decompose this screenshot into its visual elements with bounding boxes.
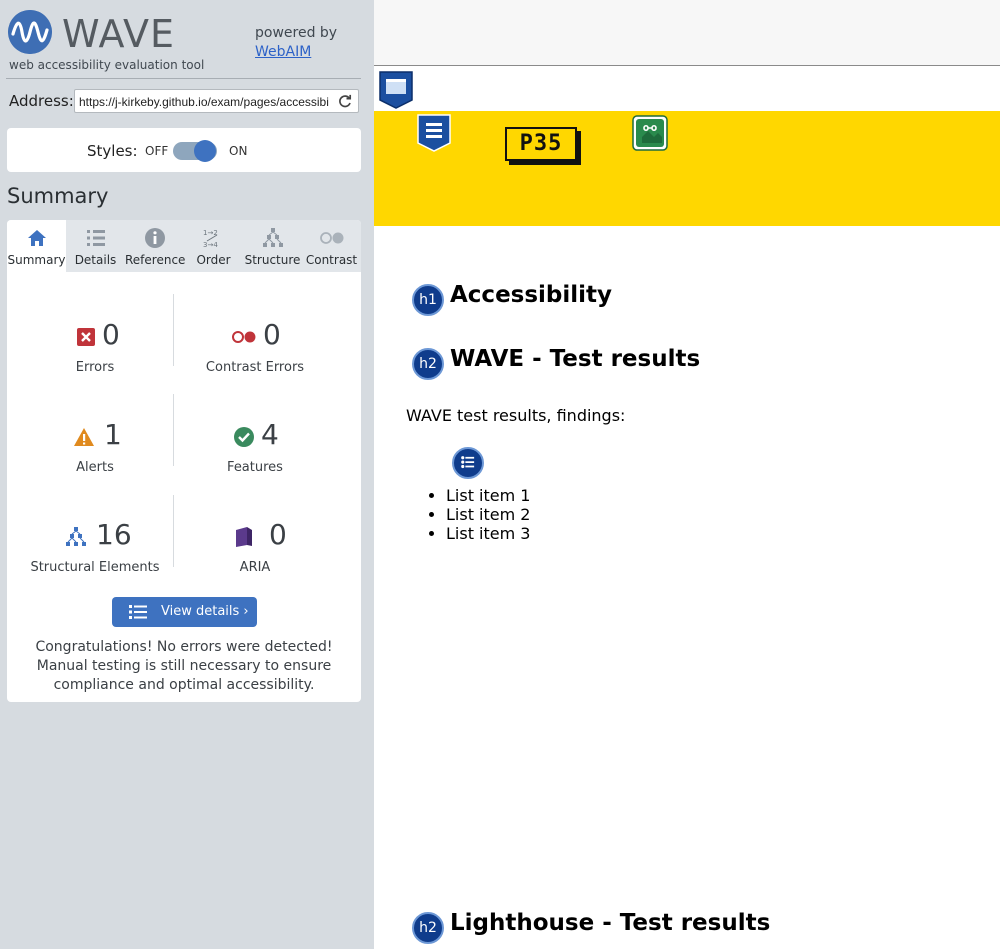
styles-on-label: ON xyxy=(229,144,248,158)
tab-structure[interactable]: Structure xyxy=(243,220,302,272)
h2-text: WAVE - Test results xyxy=(450,346,701,372)
wave-sidebar: WAVE web accessibility evaluation tool p… xyxy=(0,0,374,949)
h1-text: Accessibility xyxy=(450,282,613,308)
wave-logo-icon xyxy=(8,10,52,54)
webaim-link[interactable]: WebAIM xyxy=(255,44,311,60)
structural-elements-label: Structural Elements xyxy=(30,560,160,575)
contrast-errors-count: 0 xyxy=(263,318,281,351)
svg-text:3→4: 3→4 xyxy=(203,241,218,249)
list-icon xyxy=(129,605,147,619)
errors-label: Errors xyxy=(75,360,115,375)
tab-bar: Summary Details Reference 1→2 3→4 Order … xyxy=(7,220,361,272)
order-icon: 1→2 3→4 xyxy=(203,229,218,249)
divider xyxy=(6,78,361,79)
styles-label: Styles: xyxy=(87,142,138,160)
h2-text: Lighthouse - Test results xyxy=(450,910,771,936)
alerts-label: Alerts xyxy=(76,460,114,475)
stat-errors[interactable]: 0 Errors xyxy=(15,318,175,390)
tab-label: Details xyxy=(74,253,117,267)
aria-icon xyxy=(236,527,252,547)
findings-paragraph: WAVE test results, findings: xyxy=(406,406,626,425)
tab-summary[interactable]: Summary xyxy=(7,220,66,272)
header-region-icon[interactable] xyxy=(378,70,414,110)
wave-brand: WAVE web accessibility evaluation tool p… xyxy=(0,0,374,78)
list-item: List item 1 xyxy=(446,486,530,505)
page-top-bar xyxy=(374,0,1000,66)
wave-subtitle: web accessibility evaluation tool xyxy=(9,58,205,72)
errors-count: 0 xyxy=(102,318,120,351)
findings-list: List item 1 List item 2 List item 3 xyxy=(446,486,530,543)
summary-panel: Summary Details Reference 1→2 3→4 Order … xyxy=(7,220,361,702)
stat-structural-elements[interactable]: 16 Structural Elements xyxy=(15,518,175,590)
aria-count: 0 xyxy=(269,518,287,551)
structural-elements-count: 16 xyxy=(96,518,132,551)
tab-label: Order xyxy=(196,253,231,267)
list-item: List item 3 xyxy=(446,524,530,543)
alert-icon xyxy=(74,428,94,446)
tab-label: Structure xyxy=(244,253,301,267)
stat-aria[interactable]: 0 ARIA xyxy=(175,518,335,590)
congratulations-message: Congratulations! No errors were detected… xyxy=(35,639,333,693)
tab-details[interactable]: Details xyxy=(66,220,125,272)
aria-label: ARIA xyxy=(239,560,271,575)
site-header-banner xyxy=(374,111,1000,226)
unordered-list-icon[interactable] xyxy=(452,447,484,479)
features-label: Features xyxy=(227,460,283,475)
tab-order[interactable]: 1→2 3→4 Order xyxy=(184,220,243,272)
page-preview: P35 h1 Accessibility h2 WAVE - Test resu… xyxy=(374,0,1000,949)
list-item: List item 2 xyxy=(446,505,530,524)
structure-icon xyxy=(66,527,86,546)
tab-label: Summary xyxy=(7,253,66,267)
navigation-region-icon[interactable] xyxy=(416,113,452,153)
contrast-icon xyxy=(319,232,343,244)
address-field xyxy=(74,89,359,113)
h1-badge-icon[interactable]: h1 xyxy=(412,284,444,316)
h2-badge-icon[interactable]: h2 xyxy=(412,912,444,944)
list-icon xyxy=(86,230,105,246)
tab-label: Reference xyxy=(125,253,186,267)
wave-logo-text: WAVE xyxy=(62,12,176,56)
tab-label: Contrast xyxy=(305,253,358,267)
stat-contrast-errors[interactable]: 0 Contrast Errors xyxy=(175,318,335,390)
structure-icon xyxy=(262,228,283,247)
summary-heading: Summary xyxy=(7,184,109,208)
features-count: 4 xyxy=(261,418,279,451)
contrast-errors-label: Contrast Errors xyxy=(205,360,305,375)
error-icon xyxy=(77,328,95,346)
home-icon xyxy=(27,230,46,246)
h2-badge-icon[interactable]: h2 xyxy=(412,348,444,380)
view-details-button[interactable]: View details › xyxy=(112,597,257,627)
toggle-knob xyxy=(194,140,216,162)
info-icon xyxy=(144,228,165,248)
address-label: Address: xyxy=(9,92,74,110)
tab-reference[interactable]: Reference xyxy=(125,220,186,272)
reload-icon[interactable] xyxy=(337,93,353,109)
stat-alerts[interactable]: 1 Alerts xyxy=(15,418,175,490)
tab-contrast[interactable]: Contrast xyxy=(302,220,361,272)
powered-by-label: powered by xyxy=(255,25,338,41)
contrast-error-icon xyxy=(232,331,256,343)
feature-icon xyxy=(234,427,254,447)
alerts-count: 1 xyxy=(104,418,122,451)
view-details-label: View details › xyxy=(161,604,249,619)
styles-toggle[interactable] xyxy=(173,140,217,162)
styles-off-label: OFF xyxy=(145,144,169,158)
linked-image-icon[interactable] xyxy=(632,115,668,151)
styles-toggle-panel: Styles: OFF ON xyxy=(7,128,361,172)
address-input[interactable] xyxy=(79,93,329,110)
stat-features[interactable]: 4 Features xyxy=(175,418,335,490)
site-logo[interactable]: P35 xyxy=(505,127,577,161)
